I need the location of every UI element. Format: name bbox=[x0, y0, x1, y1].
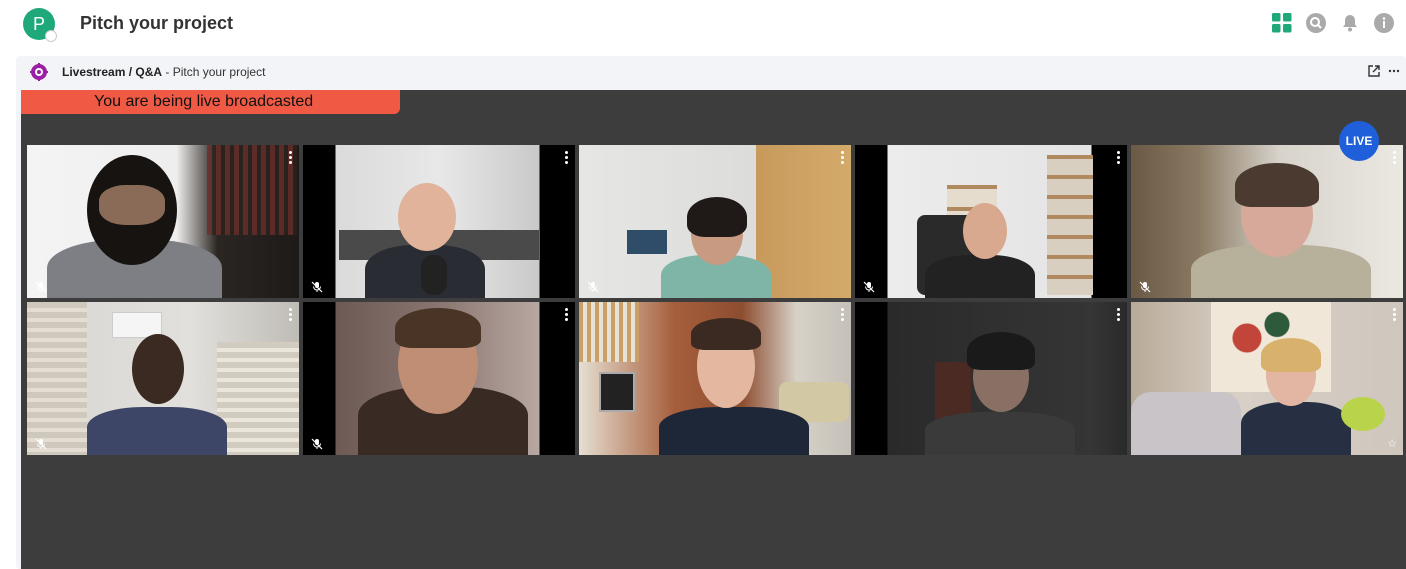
live-broadcast-banner: You are being live broadcasted bbox=[21, 90, 400, 114]
video-feed bbox=[579, 145, 851, 298]
bell-icon[interactable] bbox=[1340, 13, 1360, 33]
participant-tile[interactable] bbox=[303, 302, 575, 455]
mic-muted-icon bbox=[35, 437, 47, 450]
tile-menu-icon[interactable] bbox=[289, 151, 293, 165]
participant-tile[interactable]: ☆ bbox=[1131, 302, 1403, 455]
mic-muted-icon bbox=[311, 437, 323, 450]
participant-tile[interactable] bbox=[27, 145, 299, 298]
star-icon[interactable]: ☆ bbox=[1387, 437, 1397, 450]
tile-menu-icon[interactable] bbox=[565, 151, 569, 165]
video-feed bbox=[303, 302, 575, 455]
page-title: Pitch your project bbox=[80, 13, 234, 33]
top-icons bbox=[1272, 13, 1394, 33]
video-stage: You are being live broadcasted LIVE ☆ bbox=[21, 90, 1406, 569]
tile-menu-icon[interactable] bbox=[289, 308, 293, 322]
panel-title-page: - Pitch your project bbox=[162, 65, 266, 79]
video-feed bbox=[1131, 302, 1403, 455]
livestream-qa-icon bbox=[30, 63, 48, 81]
mic-muted-icon bbox=[863, 280, 875, 293]
tile-menu-icon[interactable] bbox=[1393, 151, 1397, 165]
search-icon[interactable] bbox=[1306, 13, 1326, 33]
info-icon[interactable] bbox=[1374, 13, 1394, 33]
participant-tile[interactable] bbox=[579, 145, 851, 298]
panel-title: Livestream / Q&A - Pitch your project bbox=[62, 65, 265, 79]
space-avatar[interactable]: P bbox=[23, 8, 57, 42]
top-bar: P Pitch your project bbox=[0, 0, 1406, 50]
mic-muted-icon bbox=[587, 280, 599, 293]
mic-muted-icon bbox=[1139, 280, 1151, 293]
participant-tile[interactable] bbox=[855, 145, 1127, 298]
mic-muted-icon bbox=[35, 280, 47, 293]
space-avatar-badge-icon bbox=[45, 30, 57, 42]
tile-menu-icon[interactable] bbox=[1117, 308, 1121, 322]
participant-tile[interactable] bbox=[855, 302, 1127, 455]
open-external-icon[interactable] bbox=[1368, 64, 1380, 82]
participant-tile[interactable] bbox=[579, 302, 851, 455]
panel-header: Livestream / Q&A - Pitch your project bbox=[16, 56, 1406, 88]
participant-tile[interactable] bbox=[1131, 145, 1403, 298]
video-feed bbox=[855, 145, 1127, 298]
tile-menu-icon[interactable] bbox=[841, 308, 845, 322]
video-feed bbox=[27, 145, 299, 298]
mic-muted-icon bbox=[311, 280, 323, 293]
video-feed bbox=[579, 302, 851, 455]
tile-menu-icon[interactable] bbox=[841, 151, 845, 165]
space-avatar-initial: P bbox=[32, 14, 45, 34]
live-badge[interactable]: LIVE bbox=[1339, 121, 1379, 161]
tile-menu-icon[interactable] bbox=[1393, 308, 1397, 322]
participant-tile[interactable] bbox=[303, 145, 575, 298]
more-horizontal-icon[interactable] bbox=[1388, 64, 1400, 82]
panel-header-icons bbox=[1368, 64, 1400, 82]
participant-tile[interactable] bbox=[27, 302, 299, 455]
apps-grid-icon[interactable] bbox=[1272, 13, 1292, 33]
video-feed bbox=[27, 302, 299, 455]
video-feed bbox=[855, 302, 1127, 455]
video-feed bbox=[303, 145, 575, 298]
tile-menu-icon[interactable] bbox=[1117, 151, 1121, 165]
tile-menu-icon[interactable] bbox=[565, 308, 569, 322]
panel-title-app: Livestream / Q&A bbox=[62, 65, 163, 79]
video-feed bbox=[1131, 145, 1403, 298]
